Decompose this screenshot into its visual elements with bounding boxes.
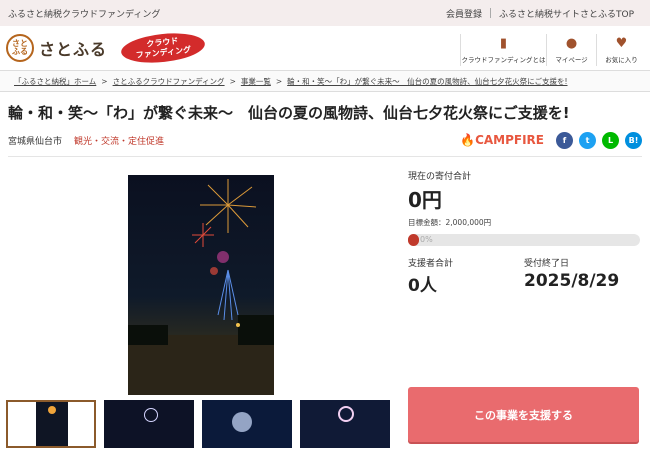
thumbnail-4[interactable] (300, 400, 390, 448)
progress-bar: 0% (408, 234, 640, 246)
nav-mypage[interactable]: ● マイページ (546, 34, 596, 66)
thumbnail-strip (6, 400, 390, 448)
city-name: 宮城県仙台市 (8, 136, 63, 147)
crowdfunding-badge[interactable]: クラウド ファンディング (119, 29, 207, 67)
thumbnail-1[interactable] (6, 400, 96, 448)
project-meta: 宮城県仙台市 観光・交流・定住促進 🔥CAMPFIRE f t L B! (0, 128, 650, 152)
satofull-top-link[interactable]: ふるさと納税サイトさとふるTOP (491, 7, 642, 20)
facebook-share-icon[interactable]: f (556, 131, 573, 149)
deadline-label: 受付終了日 (524, 259, 570, 269)
hero-image (128, 175, 274, 395)
breadcrumb-crowdfunding[interactable]: さとふるクラウドファンディング (113, 76, 225, 87)
project-main: 現在の寄付合計 0円 目標金額：2,000,000円 0% 支援者合計 0人 受… (0, 157, 650, 457)
breadcrumb-home[interactable]: 「ふるさと納税」ホーム (14, 76, 96, 87)
breadcrumb: 「ふるさと納税」ホーム > さとふるクラウドファンディング > 事業一覧 > 輪… (0, 70, 650, 92)
header-nav: ▮ クラウドファンディングとは ● マイページ ♥ お気に入り (460, 34, 646, 66)
progress-fill (408, 234, 419, 246)
top-bar: ふるさと納税クラウドファンディング 会員登録 ふるさと納税サイトさとふるTOP (0, 0, 650, 26)
category-link[interactable]: 観光・交流・定住促進 (74, 134, 164, 147)
fireworks-illustration (128, 179, 274, 395)
goal-amount: 目標金額：2,000,000円 (408, 218, 492, 227)
header: さと ふる さとふる クラウド ファンディング ▮ クラウドファンディングとは ●… (0, 26, 650, 70)
site-subtitle: ふるさと納税クラウドファンディング (8, 9, 161, 20)
progress-percent: 0% (420, 235, 433, 244)
nav-about-crowdfunding[interactable]: ▮ クラウドファンディングとは (460, 34, 546, 66)
book-icon: ▮ (499, 35, 508, 51)
total-value: 0円 (408, 188, 442, 212)
nav-favorites[interactable]: ♥ お気に入り (596, 34, 646, 66)
heart-icon: ♥ (615, 35, 628, 51)
total-label: 現在の寄付合計 (408, 172, 472, 182)
site-logo[interactable]: さと ふる さとふる (6, 34, 107, 62)
user-icon: ● (565, 35, 578, 51)
stats-panel: 現在の寄付合計 0円 目標金額：2,000,000円 0% 支援者合計 0人 受… (408, 169, 640, 296)
logo-mark: さと ふる (6, 34, 34, 62)
supporters-value: 0人 (408, 276, 437, 296)
logo-text: さとふる (39, 40, 108, 59)
register-link[interactable]: 会員登録 (438, 7, 490, 20)
deadline-value: 2025/8/29 (524, 271, 620, 291)
twitter-share-icon[interactable]: t (579, 131, 596, 149)
support-button[interactable]: この事業を支援する (408, 387, 639, 442)
breadcrumb-project-list[interactable]: 事業一覧 (241, 76, 271, 87)
thumbnail-2[interactable] (104, 400, 194, 448)
thumbnail-3[interactable] (202, 400, 292, 448)
page-title: 輪・和・笑～「わ」が繋ぐ未来～ 仙台の夏の風物詩、仙台七夕花火祭にご支援を! (8, 104, 570, 122)
supporters-label: 支援者合計 (408, 259, 454, 269)
campfire-logo: 🔥CAMPFIRE (460, 133, 544, 147)
breadcrumb-current[interactable]: 輪・和・笑～「わ」が繋ぐ未来～ 仙台の夏の風物詩、仙台七夕花火祭にご支援を! (287, 76, 567, 87)
line-share-icon[interactable]: L (602, 131, 619, 149)
hatena-share-icon[interactable]: B! (625, 131, 642, 149)
